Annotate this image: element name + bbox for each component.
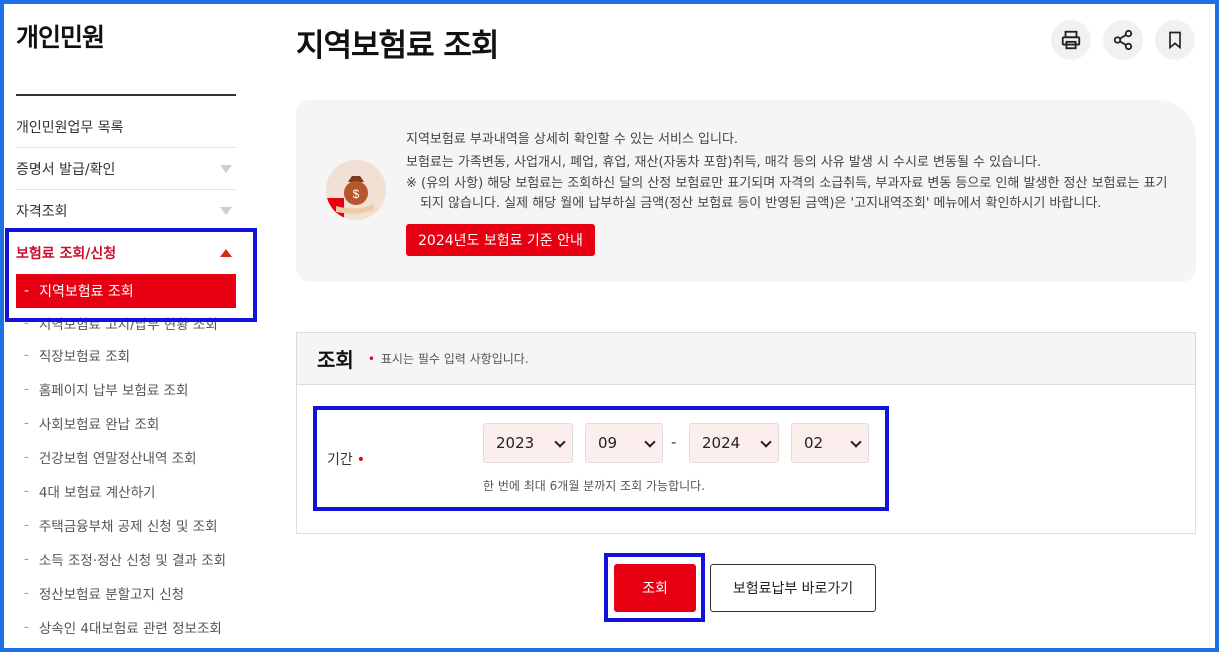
print-icon (1061, 30, 1081, 50)
sidebar-item-certificate[interactable]: 증명서 발급/확인 (16, 148, 236, 190)
required-text: 표시는 필수 입력 사항입니다. (380, 352, 529, 366)
sidebar-subitem[interactable]: - 상속인 4대보험료 관련 정보조회 (24, 610, 244, 644)
bookmark-icon (1169, 31, 1181, 50)
highlight-box (313, 406, 889, 511)
page-tools (1051, 20, 1195, 60)
dash-marker: - (24, 381, 29, 397)
chevron-down-icon (220, 206, 232, 215)
sidebar-subitem[interactable]: - 주택금융부채 공제 신청 및 조회 (24, 508, 244, 542)
info-line: 지역보험료 부과내역을 상세히 확인할 수 있는 서비스 입니다. (406, 132, 739, 147)
info-box: $ 지역보험료 부과내역을 상세히 확인할 수 있는 서비스 입니다. 보험료는… (296, 100, 1196, 282)
info-text: 지역보험료 부과내역을 상세히 확인할 수 있는 서비스 입니다. 보험료는 가… (406, 128, 1176, 214)
sidebar-item-label: 증명서 발급/확인 (16, 161, 116, 178)
chevron-down-icon (220, 164, 232, 173)
highlight-box (5, 228, 257, 322)
info-line: 보험료는 가족변동, 사업개시, 폐업, 휴업, 재산(자동차 포함)취득, 매… (406, 155, 1042, 170)
dash-marker: - (24, 483, 29, 499)
sidebar-item-label: 개인민원업무 목록 (16, 119, 124, 136)
sidebar-item-qualification[interactable]: 자격조회 (16, 190, 236, 232)
dash-marker: - (24, 517, 29, 533)
sidebar-subitem[interactable]: - 사회보험료 완납 조회 (24, 406, 244, 440)
sidebar-item-civil-list[interactable]: 개인민원업무 목록 (16, 106, 236, 148)
dash-marker: - (24, 415, 29, 431)
sidebar-divider (16, 94, 236, 96)
sidebar-subitem-label: 건강보험 연말정산내역 조회 (38, 451, 197, 467)
svg-text:$: $ (353, 187, 360, 201)
sidebar-sublist: - 직장보험료 조회 - 홈페이지 납부 보험료 조회 - 사회보험료 완납 조회 -… (24, 338, 244, 644)
sidebar-subitem-label: 직장보험료 조회 (38, 349, 131, 365)
share-icon (1113, 29, 1133, 51)
sidebar-subitem[interactable]: - 건강보험 연말정산내역 조회 (24, 440, 244, 474)
sidebar-subitem-label: 소득 조정·정산 신청 및 결과 조회 (38, 553, 227, 569)
sidebar-title: 개인민원 (16, 23, 105, 52)
sidebar-subitem[interactable]: - 직장보험료 조회 (24, 338, 244, 372)
sidebar-subitem-label: 상속인 4대보험료 관련 정보조회 (38, 621, 222, 637)
page-title: 지역보험료 조회 (296, 28, 499, 64)
money-bag-icon: $ (326, 160, 386, 220)
search-header: 조회 • 표시는 필수 입력 사항입니다. (297, 333, 1195, 385)
dash-marker: - (24, 551, 29, 567)
share-button[interactable] (1103, 20, 1143, 60)
sidebar-subitem[interactable]: - 소득 조정·정산 신청 및 결과 조회 (24, 542, 244, 576)
sidebar-subitem-label: 사회보험료 완납 조회 (38, 417, 160, 433)
sidebar-subitem-label: 홈페이지 납부 보험료 조회 (38, 383, 189, 399)
sidebar-subitem-label: 정산보험료 분할고지 신청 (38, 587, 185, 603)
sidebar-item-label: 자격조회 (16, 203, 68, 220)
dash-marker: - (24, 449, 29, 465)
pay-shortcut-button[interactable]: 보험료납부 바로가기 (710, 564, 876, 612)
info-note: ※ (유의 사항) 해당 보험료는 조회하신 달의 산정 보험료만 표기되며 자… (406, 176, 1168, 211)
sidebar-subitem-label: 4대 보험료 계산하기 (38, 485, 156, 501)
sidebar-subitem[interactable]: -4대 보험료 계산하기 (24, 474, 244, 508)
sidebar-subitem-label: 주택금융부채 공제 신청 및 조회 (38, 519, 218, 535)
highlight-box (604, 553, 705, 622)
dash-marker: - (24, 585, 29, 601)
bookmark-button[interactable] (1155, 20, 1195, 60)
dash-marker: - (24, 347, 29, 363)
sidebar-subitem[interactable]: - 정산보험료 분할고지 신청 (24, 576, 244, 610)
search-heading: 조회 (317, 348, 354, 372)
print-button[interactable] (1051, 20, 1091, 60)
dash-marker: - (24, 619, 29, 635)
required-marker: • (367, 351, 375, 366)
premium-guide-button[interactable]: 2024년도 보험료 기준 안내 (406, 224, 595, 256)
sidebar-subitem[interactable]: - 홈페이지 납부 보험료 조회 (24, 372, 244, 406)
